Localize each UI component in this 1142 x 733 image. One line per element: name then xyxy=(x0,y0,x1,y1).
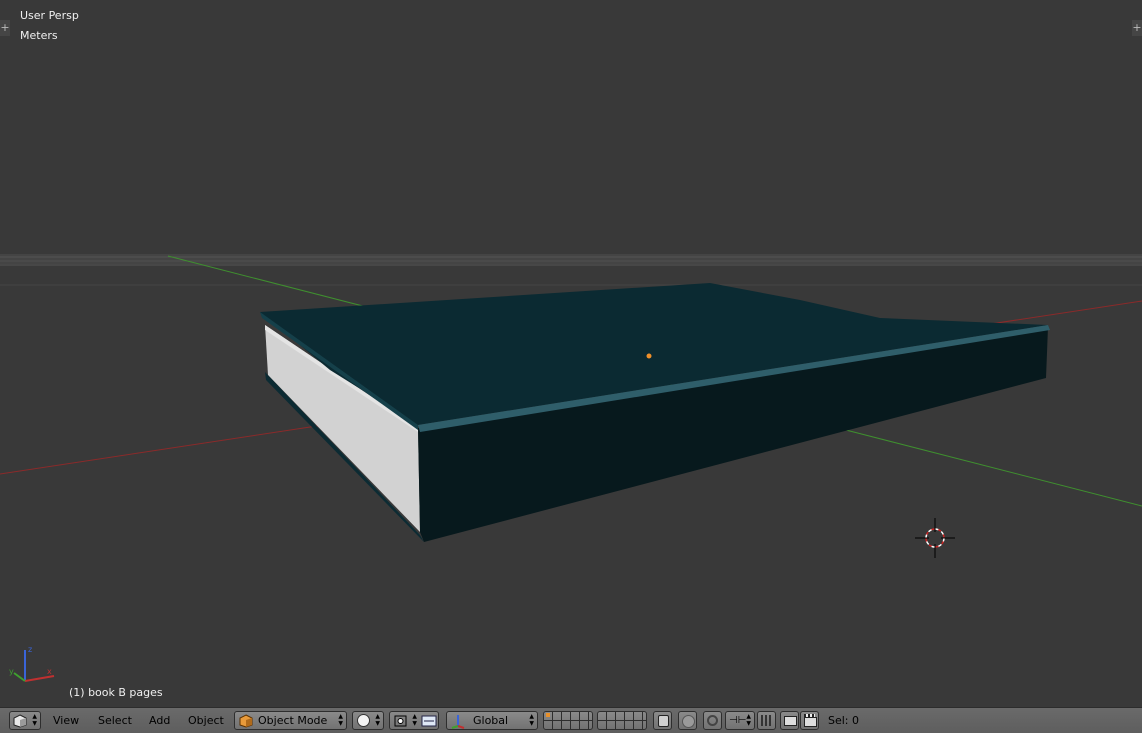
manipulator-icon xyxy=(421,715,437,727)
transform-orientation-selector[interactable]: Global ▲ ▼ xyxy=(446,711,538,730)
view-name-label: User Persp xyxy=(20,9,79,22)
proportional-editing-icon[interactable] xyxy=(678,711,697,730)
updown-arrows-icon: ▲ ▼ xyxy=(375,713,380,727)
toolbar-expand-icon[interactable]: + xyxy=(0,20,10,36)
active-layer-dot-icon xyxy=(546,713,550,717)
scene-canvas[interactable]: z x y xyxy=(0,0,1142,707)
3d-view-header: ▲ ▼ View Select Add Object Object Mode ▲ ▼… xyxy=(0,707,1142,733)
object-origin-dot xyxy=(646,353,652,359)
mode-label: Object Mode xyxy=(258,714,328,727)
layers-group-1[interactable] xyxy=(543,711,593,730)
axis-gizmo: z x y xyxy=(9,645,55,682)
object-info-label: (1) book B pages xyxy=(69,686,163,699)
updown-arrows-icon: ▲ ▼ xyxy=(529,713,534,727)
3d-cursor-icon[interactable] xyxy=(915,518,955,558)
menu-view[interactable]: View xyxy=(53,712,79,730)
3d-viewport[interactable]: z x y + + User Persp Meters (1) book B p… xyxy=(0,0,1142,707)
render-animation-icon[interactable] xyxy=(800,711,819,730)
menu-add[interactable]: Add xyxy=(149,712,170,730)
viewport-shading-button[interactable]: ▲ ▼ xyxy=(352,711,384,730)
snap-element-selector[interactable]: ⊣⊢ ▲ ▼ xyxy=(725,711,755,730)
gizmo-y-label: y xyxy=(9,667,14,676)
orientation-label: Global xyxy=(473,714,509,727)
gizmo-x-label: x xyxy=(47,667,52,676)
updown-arrows-icon: ▲ ▼ xyxy=(746,713,751,727)
lock-camera-icon[interactable] xyxy=(653,711,672,730)
editor-type-button[interactable]: ▲ ▼ xyxy=(9,711,41,730)
menu-object[interactable]: Object xyxy=(188,712,224,730)
render-still-icon[interactable] xyxy=(780,711,799,730)
updown-arrows-icon: ▲ ▼ xyxy=(32,713,37,727)
object-cube-icon xyxy=(239,714,253,728)
menu-select[interactable]: Select xyxy=(98,712,132,730)
snap-magnet-icon[interactable] xyxy=(703,711,722,730)
snap-target-icon[interactable] xyxy=(757,711,776,730)
updown-arrows-icon: ▲ ▼ xyxy=(412,713,417,727)
horizon-band xyxy=(0,254,1142,266)
units-label: Meters xyxy=(20,29,58,42)
updown-arrows-icon: ▲ ▼ xyxy=(338,713,343,727)
pivot-icon xyxy=(394,715,407,727)
pivot-point-button[interactable]: ▲ ▼ xyxy=(389,711,439,730)
selection-count: Sel: 0 xyxy=(828,714,860,727)
properties-expand-icon[interactable]: + xyxy=(1132,20,1142,36)
gizmo-z-label: z xyxy=(28,645,32,654)
mode-selector[interactable]: Object Mode ▲ ▼ xyxy=(234,711,347,730)
cube-icon xyxy=(13,714,27,728)
solid-sphere-icon xyxy=(357,714,370,727)
snap-increment-icon: ⊣⊢ xyxy=(729,715,747,726)
layers-group-2[interactable] xyxy=(597,711,647,730)
transform-axes-icon xyxy=(451,715,465,729)
